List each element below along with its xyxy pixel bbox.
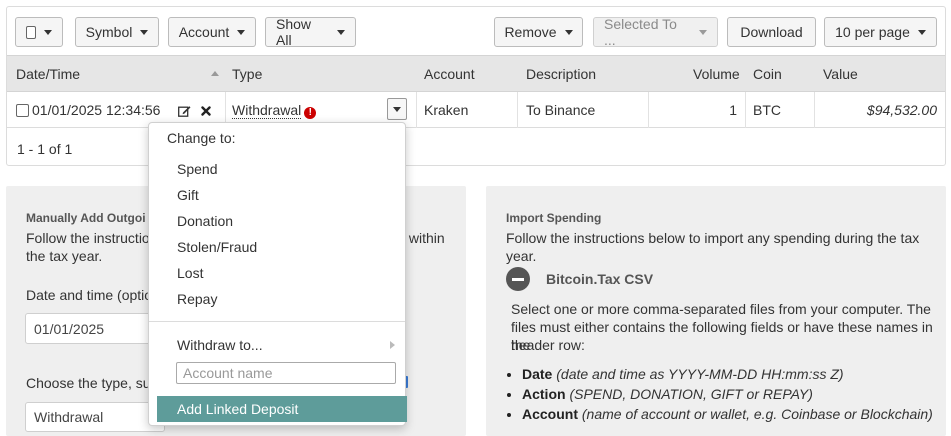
import-spending-panel: Import Spending Follow the instructions … [486,186,946,436]
menu-item-gift[interactable]: Gift [177,187,199,203]
column-header-value[interactable]: Value [823,66,858,82]
menu-item-lost[interactable]: Lost [177,265,203,281]
type-select[interactable]: Withdrawal [25,402,165,432]
symbol-filter-label: Symbol [85,24,133,40]
add-linked-deposit-label: Add Linked Deposit [177,401,299,417]
row-type-label: Withdrawal [232,102,302,119]
row-type: Withdrawal! [232,102,317,119]
collapse-icon[interactable] [506,267,530,291]
list-item: Account (name of account or wallet, e.g.… [522,404,933,424]
show-all-label: Show All [276,16,312,48]
menu-divider [149,321,405,322]
transactions-panel: Symbol Account Show All Remove Selected … [6,6,946,166]
chevron-down-icon [917,29,926,35]
row-coin: BTC [753,102,781,118]
manual-add-title: Manually Add Outgoi [26,211,146,225]
menu-item-stolen-fraud[interactable]: Stolen/Fraud [177,239,257,255]
csv-field-list: Date (date and time as YYYY-MM-DD HH:mm:… [504,364,933,424]
manual-add-instructions-start: Follow the instruction [26,230,158,246]
menu-item-repay[interactable]: Repay [177,291,217,307]
csv-para-line1: Select one or more comma-separated files… [511,301,931,317]
row-checkbox[interactable] [16,104,29,117]
sort-ascending-icon[interactable] [211,71,219,76]
menu-header: Change to: [167,130,236,146]
date-input-value: 01/01/2025 [34,320,105,337]
chevron-down-icon [140,29,149,35]
select-all-dropdown[interactable] [15,17,63,47]
account-filter-label: Account [178,24,230,40]
list-item: Action (SPEND, DONATION, GIFT or REPAY) [522,384,933,404]
per-page-button[interactable]: 10 per page [824,17,937,47]
selected-to-button[interactable]: Selected To ... [593,16,718,48]
account-filter-button[interactable]: Account [168,17,256,47]
date-time-label: Date and time (optior [26,287,157,303]
import-spending-intro: Follow the instructions below to import … [506,230,920,264]
pagination-count: 1 - 1 of 1 [17,141,73,157]
warning-icon: ! [304,107,317,119]
date-input[interactable]: 01/01/2025 [25,313,165,344]
row-description: To Binance [526,102,596,118]
change-type-menu: Change to: Spend Gift Donation Stolen/Fr… [148,122,407,426]
column-header-datetime[interactable]: Date/Time [16,66,80,82]
edit-icon[interactable] [178,105,191,117]
menu-item-donation[interactable]: Donation [177,213,233,229]
account-name-input[interactable] [176,362,396,384]
selected-to-label: Selected To ... [604,16,677,48]
per-page-label: 10 per page [835,24,910,40]
delete-icon[interactable] [201,106,211,116]
row-datetime: 01/01/2025 12:34:56 [32,102,161,118]
chevron-down-icon [237,29,246,35]
column-header-type[interactable]: Type [232,66,262,82]
row-account: Kraken [424,102,469,118]
row-value: $94,532.00 [866,102,937,118]
list-item: Date (date and time as YYYY-MM-DD HH:mm:… [522,364,933,384]
type-label: Choose the type, suc [26,375,158,391]
symbol-filter-button[interactable]: Symbol [75,17,159,47]
table-row[interactable]: 01/01/2025 12:34:56 Withdrawal! Kraken T… [7,92,945,128]
download-button[interactable]: Download [727,17,816,47]
import-spending-title: Import Spending [506,211,602,225]
chevron-down-icon [393,106,401,112]
menu-item-withdraw-to[interactable]: Withdraw to... [177,337,263,353]
column-header-description[interactable]: Description [526,66,596,82]
chevron-down-icon [564,29,573,35]
remove-button[interactable]: Remove [494,17,583,47]
column-header-volume[interactable]: Volume [693,66,740,82]
column-header-coin[interactable]: Coin [753,66,782,82]
manual-add-instructions-line2: the tax year. [26,248,103,264]
csv-section-title[interactable]: Bitcoin.Tax CSV [546,270,653,288]
chevron-down-icon [337,29,345,35]
download-label: Download [740,24,803,40]
type-select-value: Withdrawal [34,409,104,425]
remove-label: Remove [504,24,557,40]
csv-para-line3: header row: [511,337,585,353]
chevron-down-icon [699,29,707,35]
select-all-checkbox[interactable] [26,25,36,39]
table-header: Date/Time Type Account Description Volum… [7,55,945,92]
menu-item-add-linked-deposit[interactable]: Add Linked Deposit [157,396,407,422]
menu-item-spend[interactable]: Spend [177,161,217,177]
chevron-right-icon [390,341,395,349]
type-dropdown-toggle[interactable] [387,98,407,120]
show-all-button[interactable]: Show All [265,16,356,48]
row-volume: 1 [729,102,737,118]
chevron-down-icon [44,29,52,35]
column-header-account[interactable]: Account [424,66,475,82]
